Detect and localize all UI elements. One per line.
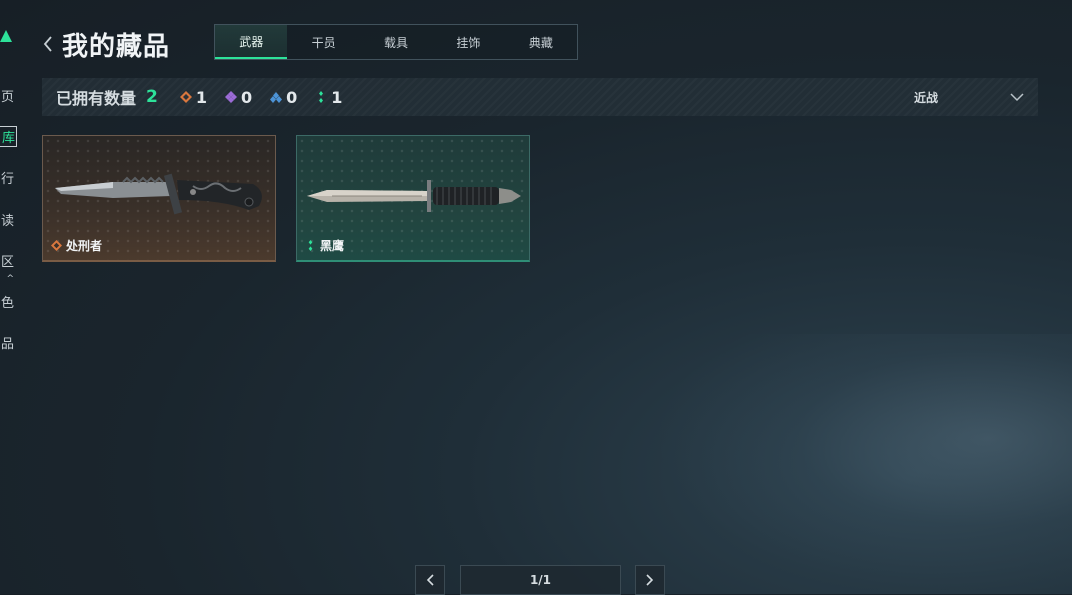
rarity-blue: 0: [270, 88, 297, 107]
dagger-knife-icon: [307, 180, 521, 212]
tab-vehicles[interactable]: 载具: [360, 25, 432, 59]
filter-label: 近战: [914, 90, 939, 105]
purple-diamond-icon: [225, 91, 237, 103]
side-nav-item-3[interactable]: 读: [0, 210, 14, 229]
side-nav-item-1[interactable]: 库: [0, 126, 17, 147]
tab-collection[interactable]: 典藏: [505, 25, 577, 59]
pagination: 1/1: [415, 565, 666, 595]
rarity-purple: 0: [225, 88, 252, 107]
rarity-purple-count: 0: [241, 87, 253, 107]
category-tabs: 武器 干员 载具 挂饰 典藏: [214, 24, 578, 60]
side-nav-item-0[interactable]: 页: [0, 86, 14, 105]
page-title: 我的藏品: [62, 31, 171, 62]
side-nav-item-6[interactable]: 品: [0, 333, 14, 352]
back-button[interactable]: [40, 34, 56, 54]
orange-diamond-icon: [179, 91, 192, 103]
page-indicator: 1/1: [460, 565, 621, 595]
side-nav-item-5[interactable]: 色: [0, 292, 14, 311]
item-card-footer: 处刑者: [51, 237, 102, 254]
item-card-blackhawk[interactable]: 黑鹰: [296, 135, 530, 262]
rarity-orange: 1: [179, 87, 207, 107]
side-nav: 页 库 行 读 区^ 色 品: [0, 0, 20, 594]
chevron-left-icon: [43, 36, 52, 52]
item-card-executioner[interactable]: 处刑者: [42, 135, 276, 262]
owned-label: 已拥有数量: [56, 89, 137, 108]
next-page-button[interactable]: [635, 565, 665, 595]
chevron-down-icon: [1010, 93, 1024, 102]
item-name: 处刑者: [66, 239, 103, 253]
melee-filter-dropdown[interactable]: 近战: [914, 78, 1024, 116]
rarity-green-count: 1: [331, 87, 343, 107]
blue-chevron-icon: [270, 92, 283, 103]
combat-knife-icon: [55, 173, 262, 215]
item-name: 黑鹰: [320, 239, 345, 253]
green-dots-icon: [319, 91, 324, 103]
green-dots-icon: [308, 240, 313, 251]
logo-triangle-icon: [0, 30, 12, 42]
item-card-footer: 黑鹰: [305, 237, 344, 254]
tab-charms[interactable]: 挂饰: [432, 25, 504, 59]
background-storm: [652, 334, 1072, 594]
caret-up-icon: ^: [6, 274, 14, 284]
side-nav-item-4[interactable]: 区^: [0, 251, 14, 285]
rarity-green: 1: [315, 88, 342, 107]
header: 我的藏品: [40, 24, 170, 64]
prev-page-button[interactable]: [415, 565, 445, 595]
rarity-orange-count: 1: [195, 87, 207, 107]
orange-diamond-icon: [51, 240, 62, 251]
owned-count: 2: [146, 87, 158, 107]
chevron-left-icon: [426, 574, 434, 586]
side-nav-item-4-label: 区: [0, 255, 14, 270]
tab-weapons[interactable]: 武器: [215, 25, 288, 59]
rarity-blue-count: 0: [286, 87, 298, 107]
side-nav-item-2[interactable]: 行: [0, 168, 14, 187]
stats-bar: 已拥有数量 2 1 0 0 1 近战: [42, 78, 1038, 116]
tab-operators[interactable]: 干员: [287, 25, 359, 59]
chevron-right-icon: [646, 574, 654, 586]
